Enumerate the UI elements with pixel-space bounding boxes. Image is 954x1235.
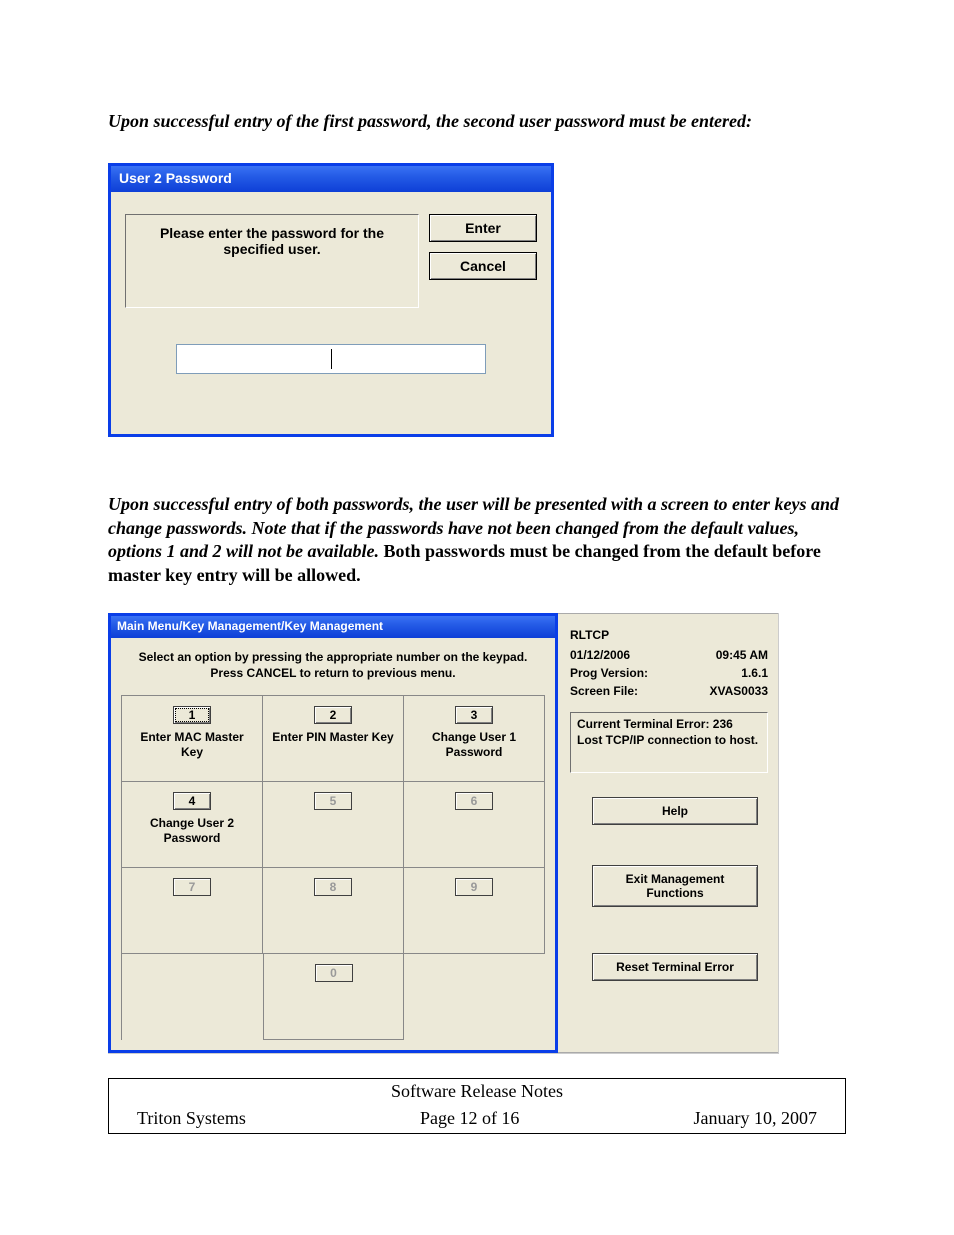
keypad-button-9: 9	[455, 878, 493, 896]
intro-paragraph-2: Upon successful entry of both passwords,…	[108, 493, 846, 587]
keypad-cell-9: 9	[404, 868, 545, 954]
keypad-cell-6: 6	[404, 782, 545, 868]
keypad-label-3: Change User 1 Password	[410, 730, 538, 760]
keypad-cell-4: 4 Change User 2 Password	[122, 782, 263, 868]
dialog2-title: Main Menu/Key Management/Key Management	[111, 616, 555, 638]
cancel-button[interactable]: Cancel	[429, 252, 537, 280]
keypad-button-1[interactable]: 1	[173, 706, 211, 724]
dialog1-title: User 2 Password	[111, 166, 551, 192]
page-footer: Software Release Notes Triton Systems Pa…	[108, 1078, 846, 1134]
prog-version-value: 1.6.1	[741, 666, 768, 680]
keypad-label-2: Enter PIN Master Key	[269, 730, 397, 745]
dialog2-instructions: Select an option by pressing the appropr…	[121, 648, 545, 695]
reset-terminal-error-button[interactable]: Reset Terminal Error	[592, 953, 758, 981]
keypad-button-5: 5	[314, 792, 352, 810]
help-button[interactable]: Help	[592, 797, 758, 825]
keypad-cell-1: 1 Enter MAC Master Key	[122, 696, 263, 782]
keypad-label-1: Enter MAC Master Key	[128, 730, 256, 760]
error-line-2: Lost TCP/IP connection to host.	[577, 733, 761, 749]
keypad-cell-0: 0	[263, 954, 404, 1040]
status-date: 01/12/2006	[570, 648, 630, 662]
enter-button[interactable]: Enter	[429, 214, 537, 242]
prog-version-label: Prog Version:	[570, 666, 648, 680]
keypad-cell-3: 3 Change User 1 Password	[404, 696, 545, 782]
keypad-button-6: 6	[455, 792, 493, 810]
keypad-cell-7: 7	[122, 868, 263, 954]
keypad-button-7: 7	[173, 878, 211, 896]
intro-paragraph-1: Upon successful entry of the first passw…	[108, 110, 846, 133]
keypad-label-4: Change User 2 Password	[128, 816, 256, 846]
footer-page: Page 12 of 16	[420, 1108, 519, 1129]
keypad-cell-5: 5	[263, 782, 404, 868]
screen-file-value: XVAS0033	[710, 684, 768, 698]
keypad-button-0: 0	[315, 964, 353, 982]
keypad-cell-8: 8	[263, 868, 404, 954]
dialog1-message: Please enter the password for the specif…	[125, 214, 419, 308]
key-management-dialog: Main Menu/Key Management/Key Management …	[108, 613, 779, 1054]
footer-company: Triton Systems	[137, 1108, 246, 1129]
keypad-cell-2: 2 Enter PIN Master Key	[263, 696, 404, 782]
terminal-name: RLTCP	[570, 628, 768, 642]
status-time: 09:45 AM	[716, 648, 768, 662]
screen-file-label: Screen File:	[570, 684, 638, 698]
user2-password-dialog: User 2 Password Please enter the passwor…	[108, 163, 554, 437]
status-panel: RLTCP 01/12/2006 09:45 AM Prog Version: …	[558, 613, 778, 1053]
keypad-button-4[interactable]: 4	[173, 792, 211, 810]
exit-management-button[interactable]: Exit Management Functions	[592, 865, 758, 907]
keypad-button-2[interactable]: 2	[314, 706, 352, 724]
keypad-button-3[interactable]: 3	[455, 706, 493, 724]
footer-title: Software Release Notes	[391, 1081, 563, 1102]
footer-date: January 10, 2007	[694, 1108, 817, 1129]
keypad: 1 Enter MAC Master Key 2 Enter PIN Master K…	[121, 695, 545, 1040]
text-caret	[331, 349, 332, 369]
terminal-error-box: Current Terminal Error: 236 Lost TCP/IP …	[570, 712, 768, 773]
keypad-button-8: 8	[314, 878, 352, 896]
error-line-1: Current Terminal Error: 236	[577, 717, 761, 733]
password-input[interactable]	[176, 344, 486, 374]
